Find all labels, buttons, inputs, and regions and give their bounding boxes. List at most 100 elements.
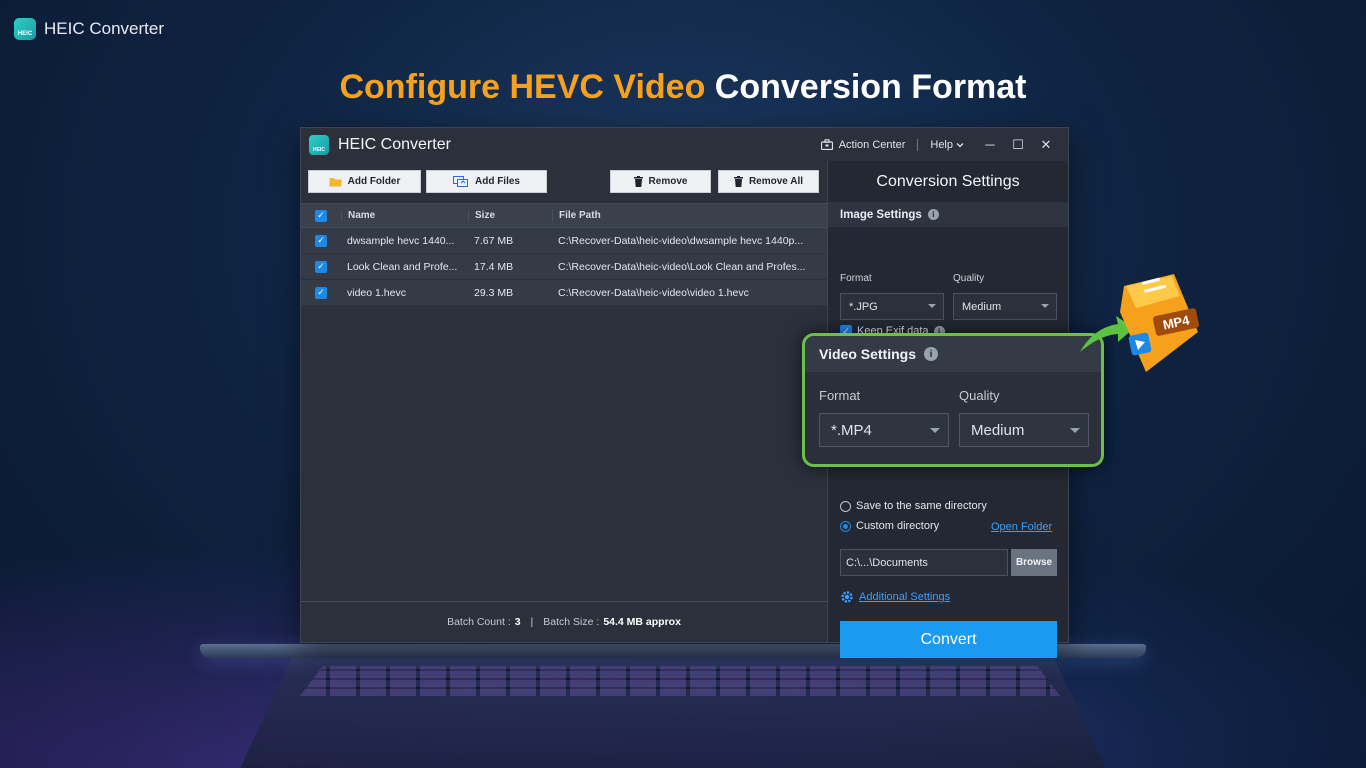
- additional-settings-label: Additional Settings: [859, 591, 951, 603]
- brand-name: HEIC Converter: [44, 19, 164, 38]
- dropdown-arrow-icon: [930, 428, 940, 433]
- title-bar-actions: Action Center Help ─ ☐ ✕: [809, 137, 1060, 153]
- table-row[interactable]: ✓ dwsample hevc 1440... 7.67 MB C:\Recov…: [301, 228, 827, 254]
- file-path: C:\Recover-Data\heic-video\dwsample hevc…: [558, 234, 804, 247]
- add-files-label: Add Files: [474, 176, 520, 187]
- mp4-file-icon: MP4: [1080, 274, 1200, 372]
- select-all-checkbox[interactable]: ✓: [315, 209, 327, 222]
- brand: HEIC HEIC Converter: [14, 18, 164, 40]
- video-format-label: Format: [819, 388, 861, 403]
- table-row[interactable]: ✓ video 1.hevc 29.3 MB C:\Recover-Data\h…: [301, 280, 827, 306]
- video-format-value: *.MP4: [831, 421, 872, 439]
- additional-settings-link[interactable]: Additional Settings: [840, 590, 950, 604]
- info-icon[interactable]: i: [927, 209, 939, 220]
- batch-count-label: Batch Count :: [447, 616, 511, 628]
- image-format-value: *.JPG: [849, 300, 878, 313]
- add-folder-label: Add Folder: [347, 176, 401, 187]
- status-bar: Batch Count : 3 | Batch Size : 54.4 MB a…: [301, 601, 827, 642]
- image-quality-value: Medium: [962, 300, 1002, 313]
- add-folder-button[interactable]: Add Folder: [308, 170, 421, 193]
- app-logo-icon: HEIC: [309, 134, 329, 155]
- custom-directory-option[interactable]: Custom directory: [840, 520, 939, 532]
- table-row[interactable]: ✓ Look Clean and Profe... 17.4 MB C:\Rec…: [301, 254, 827, 280]
- remove-all-label: Remove All: [748, 176, 804, 187]
- open-folder-link[interactable]: Open Folder: [991, 521, 1052, 533]
- file-name: Look Clean and Profe...: [347, 260, 458, 273]
- file-name: dwsample hevc 1440...: [347, 234, 455, 247]
- headline-rest: Conversion Format: [714, 68, 1027, 106]
- dropdown-arrow-icon: [928, 304, 936, 308]
- file-size: 29.3 MB: [474, 286, 514, 299]
- close-button[interactable]: ✕: [1032, 137, 1060, 153]
- row-checkbox[interactable]: ✓: [315, 234, 327, 247]
- batch-count-value: 3: [514, 616, 521, 628]
- video-settings-title: Video Settings: [819, 346, 916, 362]
- video-settings-header: Video Settings i: [805, 336, 1101, 372]
- same-directory-option[interactable]: Save to the same directory: [840, 500, 987, 512]
- file-list-pane: Add Folder Add Files Remove Remove All ✓…: [301, 161, 827, 642]
- custom-directory-radio[interactable]: [840, 520, 851, 532]
- video-format-select[interactable]: *.MP4: [819, 413, 949, 447]
- output-directory-input[interactable]: C:\...\Documents: [840, 549, 1008, 576]
- row-check-cell: ✓: [301, 260, 341, 273]
- video-quality-label: Quality: [959, 388, 1000, 403]
- file-path: C:\Recover-Data\heic-video\video 1.hevc: [558, 286, 749, 299]
- batch-size-value: 54.4 MB approx: [603, 616, 681, 628]
- settings-title: Conversion Settings: [876, 172, 1020, 190]
- file-path: C:\Recover-Data\heic-video\Look Clean an…: [558, 260, 806, 273]
- app-title: HEIC Converter: [338, 135, 451, 153]
- column-header-path[interactable]: File Path: [552, 210, 827, 221]
- toolbar: Add Folder Add Files Remove Remove All: [301, 161, 827, 203]
- image-settings-title: Image Settings: [840, 208, 922, 221]
- action-center-button[interactable]: Action Center: [809, 139, 918, 151]
- row-check-cell: ✓: [301, 286, 341, 299]
- add-files-button[interactable]: Add Files: [426, 170, 547, 193]
- maximize-button[interactable]: ☐: [1004, 137, 1032, 153]
- file-size: 17.4 MB: [474, 260, 514, 273]
- status-separator: |: [530, 616, 534, 628]
- dropdown-arrow-icon: [1070, 428, 1080, 433]
- image-format-select[interactable]: *.JPG: [840, 293, 944, 320]
- heic-logo-icon: HEIC: [14, 18, 36, 40]
- file-size: 7.67 MB: [474, 234, 514, 247]
- video-quality-value: Medium: [971, 421, 1025, 439]
- same-directory-radio[interactable]: [840, 500, 851, 512]
- chevron-down-icon: [956, 142, 964, 147]
- help-label: Help: [930, 138, 953, 151]
- gear-icon: [841, 591, 853, 603]
- title-bar: HEIC HEIC Converter Action Center Help ─…: [301, 128, 1068, 161]
- file-table-header: ✓ Name Size File Path: [301, 203, 827, 228]
- action-center-label: Action Center: [838, 138, 906, 151]
- column-header-size[interactable]: Size: [468, 210, 552, 221]
- dropdown-arrow-icon: [1041, 304, 1049, 308]
- headline-highlight: Configure HEVC Video: [339, 68, 706, 106]
- remove-all-button[interactable]: Remove All: [718, 170, 819, 193]
- row-checkbox[interactable]: ✓: [315, 260, 327, 273]
- image-settings-header: Image Settings i: [828, 202, 1068, 227]
- image-quality-label: Quality: [953, 273, 985, 284]
- same-directory-label: Save to the same directory: [856, 500, 987, 512]
- add-files-icon: [452, 176, 468, 187]
- row-check-cell: ✓: [301, 234, 341, 247]
- select-all-cell: ✓: [301, 209, 341, 222]
- browse-button[interactable]: Browse: [1011, 549, 1057, 576]
- file-name: video 1.hevc: [347, 286, 406, 299]
- row-checkbox[interactable]: ✓: [315, 286, 327, 299]
- laptop-keys: [300, 666, 1060, 696]
- image-format-label: Format: [840, 273, 872, 284]
- image-quality-select[interactable]: Medium: [953, 293, 1057, 320]
- video-settings-panel: Video Settings i Format Quality *.MP4 Me…: [802, 333, 1104, 467]
- column-header-name[interactable]: Name: [341, 210, 468, 221]
- folder-icon: [329, 177, 342, 186]
- batch-size-label: Batch Size :: [543, 616, 600, 628]
- remove-label: Remove: [648, 176, 688, 187]
- help-menu[interactable]: Help: [918, 139, 976, 151]
- convert-button[interactable]: Convert: [840, 621, 1057, 658]
- toolbox-icon: [820, 139, 833, 150]
- trash-icon: [633, 176, 643, 187]
- info-icon[interactable]: i: [923, 347, 938, 361]
- minimize-button[interactable]: ─: [976, 137, 1004, 152]
- custom-directory-label: Custom directory: [856, 520, 940, 532]
- remove-button[interactable]: Remove: [610, 170, 711, 193]
- video-quality-select[interactable]: Medium: [959, 413, 1089, 447]
